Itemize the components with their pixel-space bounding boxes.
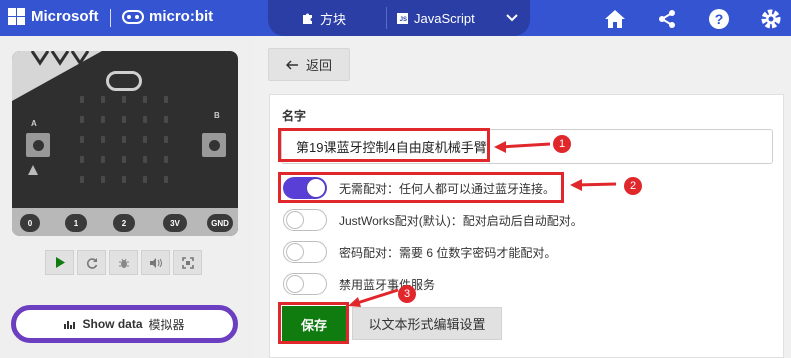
callout-1: 1 — [553, 135, 571, 153]
callout-2: 2 — [624, 177, 642, 195]
annotation-arrows — [348, 141, 617, 307]
callout-3: 3 — [398, 285, 416, 303]
